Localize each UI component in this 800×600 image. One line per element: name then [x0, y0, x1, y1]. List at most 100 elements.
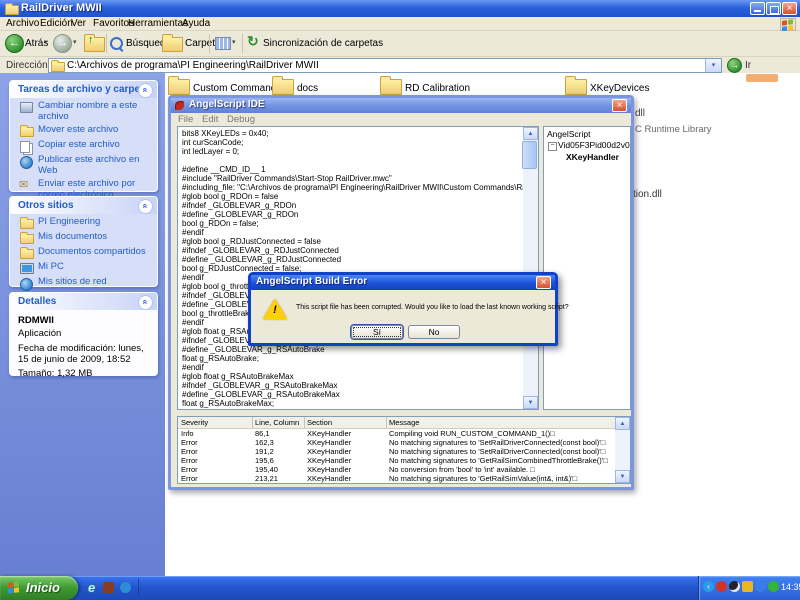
collapse-chevron-icon[interactable]: « [138, 83, 153, 98]
taskbar-divider [138, 579, 139, 597]
folder-custom-commands[interactable]: Custom Commands [193, 83, 281, 94]
minimize-button[interactable] [750, 2, 765, 15]
col-line-column[interactable]: Line, Column [255, 418, 299, 427]
place-mi-pc[interactable]: Mi PC [16, 262, 153, 274]
folder-icon[interactable] [272, 79, 294, 95]
folders-view-icon[interactable] [162, 37, 183, 52]
folder-rd-calibration[interactable]: RD Calibration [405, 83, 470, 94]
task-copy[interactable]: Copiar este archivo [16, 140, 153, 152]
menu-ayuda[interactable]: Ayuda [182, 18, 210, 29]
build-error-dialog: AngelScript Build Error × ! This script … [248, 272, 558, 346]
ide-titlebar[interactable]: AngelScript IDE × [171, 98, 631, 113]
computer-icon [20, 263, 34, 274]
go-label[interactable]: Ir [745, 60, 751, 71]
restore-button[interactable] [766, 2, 781, 15]
back-icon[interactable]: ← [5, 34, 24, 53]
details-file-type: Aplicación [18, 328, 149, 339]
no-button[interactable]: No [408, 325, 460, 339]
quicklaunch-ie-icon[interactable]: e [88, 580, 95, 595]
ide-menu-edit[interactable]: Edit [202, 114, 218, 125]
close-button[interactable]: × [782, 2, 797, 15]
explorer-titlebar[interactable]: RailDriver MWII × [0, 0, 800, 17]
error-list-header[interactable]: Severity Line, Column Section Message [178, 417, 630, 429]
tray-icon[interactable] [716, 581, 727, 592]
scroll-down-icon[interactable]: ▼ [523, 396, 538, 409]
yes-button[interactable]: Sí [351, 325, 403, 339]
warning-icon: ! [263, 299, 287, 320]
folder-xkeydevices[interactable]: XKeyDevices [590, 83, 649, 94]
details-size: Tamaño: 1,32 MB [18, 368, 149, 379]
folder-docs[interactable]: docs [297, 83, 318, 94]
tray-icon[interactable] [742, 581, 753, 592]
partial-file-label[interactable]: tion.dll [633, 189, 662, 200]
collapse-chevron-icon[interactable]: « [138, 295, 153, 310]
tree-handler-node[interactable]: XKeyHandler [566, 152, 619, 162]
menu-archivo[interactable]: Archivo [6, 18, 39, 29]
severity-cell: Error [181, 465, 198, 474]
sync-icon[interactable]: ↻ [247, 33, 259, 50]
menu-edicion[interactable]: Edición [40, 18, 73, 29]
tray-icon[interactable] [755, 581, 766, 592]
views-dropdown-icon[interactable]: ▾ [232, 38, 236, 46]
quicklaunch-app-icon[interactable] [103, 582, 114, 593]
address-dropdown-icon[interactable]: ▾ [705, 59, 721, 72]
clock: 14:35 [781, 582, 800, 592]
address-input[interactable]: C:\Archivos de programa\PI Engineering\R… [48, 58, 722, 73]
col-severity[interactable]: Severity [181, 418, 208, 427]
dialog-close-button[interactable]: × [536, 276, 551, 289]
forward-dropdown-icon[interactable]: ▾ [73, 38, 77, 46]
folder-icon[interactable] [380, 79, 402, 95]
forward-icon[interactable]: → [53, 34, 72, 53]
editor-scrollbar[interactable] [523, 127, 538, 409]
ide-menu-file[interactable]: File [178, 114, 193, 125]
task-publish[interactable]: Publicar este archivo en Web [16, 155, 153, 176]
tree-collapse-icon[interactable]: − [548, 142, 557, 151]
code-editor[interactable]: bits8 XKeyLEDs = 0x40; int curScanCode; … [177, 126, 539, 410]
col-section[interactable]: Section [307, 418, 332, 427]
message-cell: No matching signatures to 'GetRailSimVal… [389, 483, 577, 484]
tree-device-node[interactable]: Vid05F3Pid00d2v0350Uid [558, 140, 631, 150]
place-mis-sitios-de-red[interactable]: Mis sitios de red [16, 277, 153, 289]
tray-hide-icon[interactable]: ‹ [703, 581, 714, 592]
scroll-up-icon[interactable]: ▲ [523, 127, 538, 140]
folder-icon[interactable] [168, 79, 190, 95]
line-cell: 162,3 [255, 438, 274, 447]
toolbar-separator [106, 34, 107, 53]
scroll-up-icon[interactable]: ▲ [615, 417, 630, 430]
sync-label[interactable]: Sincronización de carpetas [263, 38, 383, 49]
place-documentos-compartidos[interactable]: Documentos compartidos [16, 247, 153, 259]
place-pi-engineering[interactable]: PI Engineering [16, 217, 153, 229]
start-button[interactable]: Inicio [0, 576, 78, 600]
details-header[interactable]: Detalles « [10, 293, 157, 310]
details-file-name: RDMWII [18, 315, 149, 326]
col-message[interactable]: Message [389, 418, 419, 427]
place-mis-documentos[interactable]: Mis documentos [16, 232, 153, 244]
scrollbar-thumb[interactable] [522, 141, 537, 169]
task-label: Publicar este archivo en Web [38, 155, 153, 176]
task-move[interactable]: Mover este archivo [16, 125, 153, 137]
menu-herramientas[interactable]: Herramientas [128, 18, 188, 29]
ide-close-button[interactable]: × [612, 99, 627, 112]
search-icon[interactable] [110, 37, 123, 50]
go-icon[interactable]: → [727, 58, 742, 73]
dialog-titlebar[interactable]: AngelScript Build Error × [251, 275, 555, 290]
partial-file-label[interactable]: C Runtime Library [635, 124, 712, 135]
ide-menu-debug[interactable]: Debug [227, 114, 255, 125]
back-dropdown-icon[interactable]: ▾ [44, 38, 48, 46]
other-places-header[interactable]: Otros sitios « [10, 197, 157, 214]
menu-ver[interactable]: Ver [71, 18, 86, 29]
up-arrow-icon: ↑ [88, 34, 94, 46]
tray-icon[interactable] [729, 581, 740, 592]
address-value: C:\Archivos de programa\PI Engineering\R… [67, 60, 319, 71]
views-icon[interactable] [215, 37, 231, 50]
collapse-chevron-icon[interactable]: « [138, 199, 153, 214]
scroll-down-icon[interactable]: ▼ [615, 470, 630, 483]
message-cell: No conversion from 'bool' to 'int' avail… [389, 465, 535, 474]
quicklaunch-app-icon[interactable] [120, 582, 131, 593]
partial-file-label[interactable]: dll [635, 108, 645, 119]
task-rename[interactable]: Cambiar nombre a este archivo [16, 101, 153, 122]
file-tasks-header[interactable]: Tareas de archivo y carpeta « [10, 81, 157, 98]
tree-root[interactable]: AngelScript [547, 129, 590, 139]
folder-icon[interactable] [565, 79, 587, 95]
tray-icon[interactable] [768, 581, 779, 592]
